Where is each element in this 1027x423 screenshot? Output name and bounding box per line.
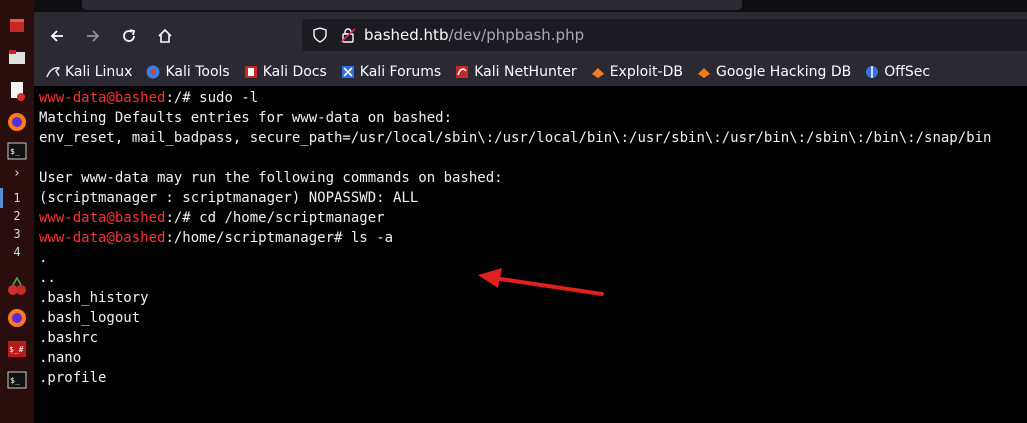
bookmark-label: Kali Tools — [165, 64, 230, 80]
phpbash-terminal[interactable]: www-data@bashed:/# sudo -l Matching Defau… — [34, 86, 1027, 423]
kali-nethunter-icon — [456, 66, 469, 78]
shell-prompt: www-data@bashed — [39, 90, 166, 106]
offsec-icon — [866, 66, 879, 78]
terminal-text: . — [39, 250, 48, 266]
terminal-text: (scriptmanager : scriptmanager) NOPASSWD… — [39, 190, 419, 206]
url-text[interactable]: bashed.htb/dev/phpbash.php — [364, 26, 584, 44]
firefox-icon[interactable] — [5, 307, 29, 329]
terminal-icon[interactable]: $_ — [5, 140, 29, 162]
red-arrow-annotation — [478, 268, 604, 296]
terminal-line: .bashrc — [39, 328, 991, 348]
home-icon — [158, 28, 172, 43]
back-button[interactable] — [44, 23, 70, 49]
bookmark-kali-tools[interactable]: Kali Tools — [146, 64, 230, 80]
svg-text:$_#: $_# — [9, 345, 24, 354]
kali-docs-icon — [244, 66, 257, 78]
terminal-line: User www-data may run the following comm… — [39, 168, 991, 188]
bookmark-label: Kali Forums — [359, 64, 442, 80]
bookmark-kali-nethunter[interactable]: Kali NetHunter — [455, 64, 577, 80]
kali-tools-icon — [146, 65, 160, 79]
svg-text:$_: $_ — [10, 376, 20, 385]
bookmark-google-hacking-db[interactable]: Google Hacking DB — [697, 64, 851, 80]
bookmark-kali-linux[interactable]: Kali Linux — [46, 64, 132, 80]
terminal-text: :/home/scriptmanager# ls -a — [165, 230, 394, 246]
navigation-bar: bashed.htb/dev/phpbash.php — [34, 12, 1027, 58]
file-manager-icon[interactable] — [5, 46, 29, 68]
terminal-output: www-data@bashed:/# sudo -l Matching Defau… — [39, 88, 991, 388]
bookmark-label: Kali Docs — [262, 64, 327, 80]
shell-prompt: www-data@bashed — [39, 230, 166, 246]
tab-strip — [34, 0, 1027, 12]
url-bar[interactable]: bashed.htb/dev/phpbash.php — [302, 19, 1027, 51]
bookmark-label: Google Hacking DB — [715, 64, 852, 80]
terminal-text: Matching Defaults entries for www-data o… — [39, 110, 453, 126]
arrow-right-icon — [87, 30, 100, 42]
svg-text:$_: $_ — [10, 147, 20, 156]
terminal-text: .. — [39, 270, 56, 286]
bookmarks-toolbar: Kali Linux Kali Tools Kali Docs Kali For… — [34, 58, 1027, 86]
bookmark-label: Exploit-DB — [609, 64, 683, 80]
terminal-icon[interactable]: $_ — [5, 369, 29, 391]
bookmark-offsec[interactable]: OffSec — [865, 64, 930, 80]
text-editor-icon[interactable] — [5, 80, 29, 102]
terminal-line: .bash_logout — [39, 308, 991, 328]
kali-forums-icon — [341, 66, 354, 78]
exploit-db-icon — [591, 68, 604, 78]
arrow-left-icon — [50, 30, 63, 42]
firefox-icon[interactable] — [5, 111, 29, 133]
terminal-line: www-data@bashed:/# cd /home/scriptmanage… — [39, 208, 991, 228]
bookmark-kali-forums[interactable]: Kali Forums — [341, 64, 441, 80]
workspace-active-indicator — [0, 188, 3, 208]
reload-button[interactable] — [116, 23, 142, 49]
bookmark-label: Kali Linux — [65, 64, 133, 80]
insecure-lock-icon[interactable] — [340, 27, 356, 43]
terminal-line: www-data@bashed:/home/scriptmanager# ls … — [39, 228, 991, 248]
terminal-text: .bashrc — [39, 330, 99, 346]
terminal-line: Matching Defaults entries for www-data o… — [39, 108, 991, 128]
terminal-text: .bash_logout — [39, 310, 141, 326]
bookmark-kali-docs[interactable]: Kali Docs — [244, 64, 327, 80]
shell-prompt: www-data@bashed — [39, 210, 166, 226]
terminal-line: . — [39, 248, 991, 268]
shield-icon[interactable] — [312, 27, 328, 43]
terminal-text: :/# sudo -l — [165, 90, 259, 106]
url-host: bashed.htb — [364, 26, 449, 44]
bookmark-label: OffSec — [884, 64, 931, 80]
terminal-text: .nano — [39, 350, 82, 366]
terminal-line: env_reset, mail_badpass, secure_path=/us… — [39, 128, 991, 148]
workspace-2[interactable]: 2 — [10, 209, 24, 223]
kali-dragon-icon — [46, 67, 60, 78]
terminal-text: User www-data may run the following comm… — [39, 170, 503, 186]
workspace-1[interactable]: 1 — [10, 191, 24, 205]
root-terminal-icon[interactable]: $_# — [5, 338, 29, 360]
terminal-text: .bash_history — [39, 290, 149, 306]
terminal-text: env_reset, mail_badpass, secure_path=/us… — [39, 130, 992, 146]
bookmark-label: Kali NetHunter — [474, 64, 577, 80]
ghdb-icon — [697, 68, 710, 78]
workspace-4[interactable]: 4 — [10, 245, 24, 259]
terminal-line: www-data@bashed:/# sudo -l — [39, 88, 991, 108]
cherrytree-icon[interactable] — [5, 275, 29, 297]
forward-button[interactable] — [80, 23, 106, 49]
home-button[interactable] — [152, 23, 178, 49]
chevron-right-icon[interactable]: › — [5, 162, 29, 184]
workspace-3[interactable]: 3 — [10, 227, 24, 241]
active-tab[interactable] — [82, 0, 742, 10]
terminal-line: (scriptmanager : scriptmanager) NOPASSWD… — [39, 188, 991, 208]
kali-menu-icon[interactable] — [5, 14, 29, 36]
terminal-text: .profile — [39, 370, 107, 386]
bookmark-exploit-db[interactable]: Exploit-DB — [591, 64, 683, 80]
reload-icon — [123, 29, 136, 42]
terminal-line: .nano — [39, 348, 991, 368]
url-path: /dev/phpbash.php — [448, 26, 585, 44]
taskbar: $_ › 1 2 3 4 $_# $_ — [0, 0, 35, 423]
terminal-text: :/# cd /home/scriptmanager — [165, 210, 385, 226]
terminal-line: .profile — [39, 368, 991, 388]
